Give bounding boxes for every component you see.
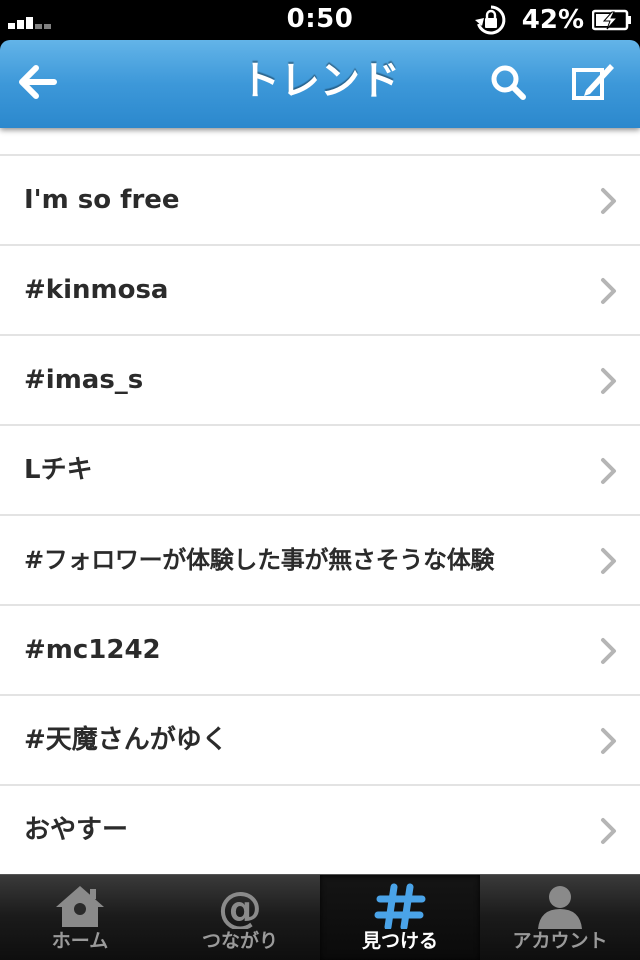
chevron-right-icon [601, 638, 616, 664]
back-arrow-icon [19, 65, 57, 99]
trend-row[interactable]: Lチキ [0, 426, 640, 516]
tab-connect[interactable]: @ つながり [160, 875, 320, 960]
at-icon: @ [218, 883, 262, 929]
home-icon [56, 886, 104, 927]
trend-row[interactable]: #天魔さんがゆく [0, 696, 640, 786]
tab-account-label: アカウント [512, 930, 608, 952]
chevron-right-icon [601, 458, 616, 484]
trend-row[interactable]: I'm so free [0, 156, 640, 246]
trend-label: #天魔さんがゆく [24, 725, 228, 755]
trend-row[interactable]: おやすー [0, 786, 640, 874]
trend-label: #kinmosa [24, 275, 169, 305]
chevron-right-icon [601, 368, 616, 394]
tab-account[interactable]: アカウント [480, 875, 640, 960]
tab-home-label: ホーム [51, 930, 109, 952]
trend-label: #フォロワーが体験した事が無さそうな体験 [24, 546, 495, 574]
tab-bar: ホーム @ つながり 見つける アカウント [0, 874, 640, 960]
trends-list: I'm so free #kinmosa #imas_s Lチキ #フォロワーが… [0, 128, 640, 874]
trend-row[interactable]: #フォロワーが体験した事が無さそうな体験 [0, 516, 640, 606]
list-top-spacer [0, 128, 640, 156]
trend-label: Lチキ [24, 455, 93, 485]
trend-row[interactable]: #mc1242 [0, 606, 640, 696]
tab-home[interactable]: ホーム [0, 875, 160, 960]
person-icon [538, 886, 582, 929]
trend-row[interactable]: #imas_s [0, 336, 640, 426]
search-button[interactable] [480, 56, 536, 108]
battery-charging-icon [592, 9, 631, 31]
chevron-right-icon [601, 548, 616, 574]
rotation-lock-icon [474, 5, 506, 35]
tab-connect-label: つながり [201, 930, 278, 952]
tab-discover[interactable]: 見つける [320, 875, 480, 960]
back-button[interactable] [10, 56, 66, 108]
svg-text:@: @ [218, 883, 262, 929]
compose-icon [572, 64, 614, 100]
tab-discover-label: 見つける [361, 930, 438, 952]
chevron-right-icon [601, 278, 616, 304]
page-title: トレンド [240, 58, 400, 104]
search-icon [491, 65, 526, 100]
navigation-bar: トレンド [0, 40, 640, 128]
chevron-right-icon [601, 728, 616, 754]
trend-row[interactable]: #kinmosa [0, 246, 640, 336]
hashtag-icon [374, 883, 426, 929]
trend-label: I'm so free [24, 185, 180, 215]
trend-label: おやすー [24, 815, 129, 845]
status-bar: 0:50 42% [0, 0, 640, 40]
battery-percent: 42% [521, 5, 584, 35]
compose-button[interactable] [566, 56, 622, 108]
chevron-right-icon [601, 818, 616, 844]
trend-label: #mc1242 [24, 635, 161, 665]
trend-label: #imas_s [24, 365, 144, 395]
chevron-right-icon [601, 188, 616, 214]
